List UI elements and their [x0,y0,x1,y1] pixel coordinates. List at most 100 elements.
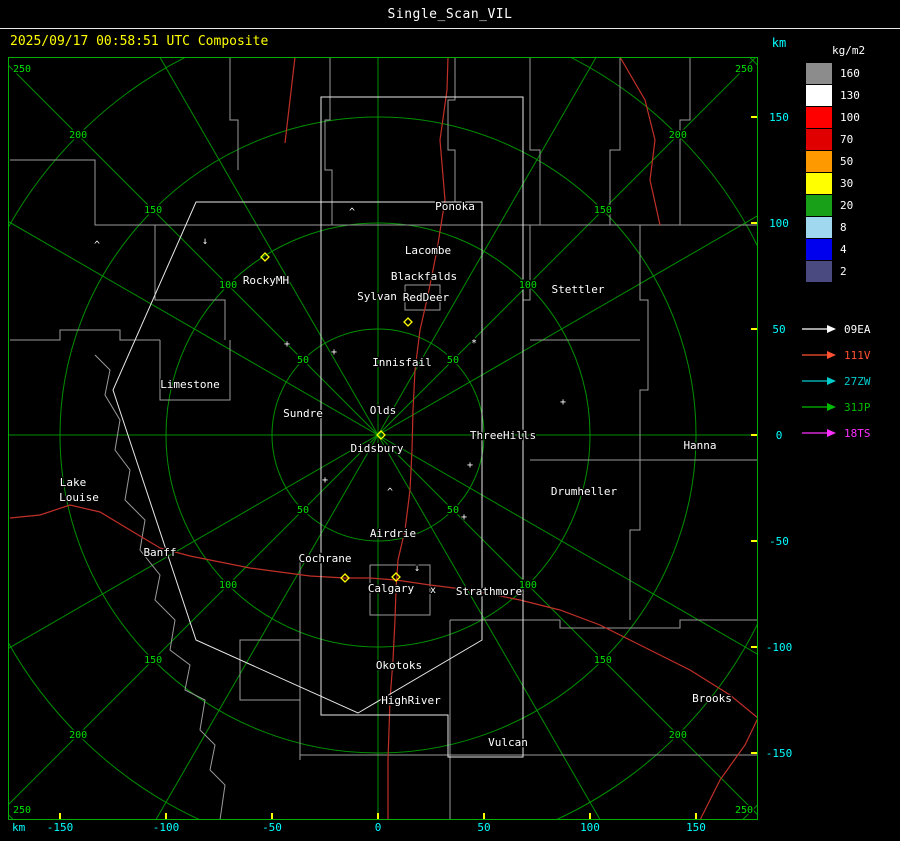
ring-distance-label: 50 [447,355,459,366]
city-label: Louise [59,491,99,504]
color-legend: kg/m2 160 130 100 70 50 30 20 8 4 2 09EA 111V 27ZW 3… [800,44,900,446]
legend-entry: 70 [800,128,900,150]
ring-distance-label: 100 [219,580,237,591]
ring-distance-label: 50 [297,355,309,366]
county-boundary [154,225,226,340]
ring-distance-label: 150 [594,205,612,216]
county-boundary [324,57,333,225]
highway-line [284,57,296,144]
city-label: Sylvan [357,290,397,303]
map-point-marker: ^ [94,240,100,251]
city-label: Ponoka [435,200,475,213]
x-axis-unit-label: km [12,821,26,834]
city-label: Hanna [683,439,716,452]
legend-color-swatch [806,106,832,128]
city-label: Stettler [552,283,605,296]
legend-value: 50 [840,154,854,168]
y-axis-unit-label: km [771,36,787,50]
radar-id-label: 111V [844,348,871,362]
map-point-marker: + [461,512,467,523]
legend-color-swatch [806,150,832,172]
legend-color-swatch [806,62,832,84]
y-axis-tick-label: 0 [775,429,783,442]
city-label: Innisfail [372,356,432,369]
legend-entry: 100 [800,106,900,128]
city-label: Olds [370,404,397,417]
radar-arrow-icon [802,325,836,333]
city-label: Banff [143,546,176,559]
legend-value: 8 [840,220,847,234]
legend-entry: 4 [800,238,900,260]
legend-value: 2 [840,264,847,278]
ring-distance-label: 100 [519,280,537,291]
map-point-marker: + [322,475,328,486]
map-point-marker: ↓ [414,563,420,574]
legend-value: 100 [840,110,860,124]
radar-id-label: 27ZW [844,374,871,388]
city-label: ThreeHills [470,429,536,442]
legend-color-swatch [806,194,832,216]
county-boundary [529,57,541,225]
legend-unit-label: kg/m2 [832,44,866,57]
radar-id-entry: 18TS [800,420,900,446]
radar-id-label: 31JP [844,400,871,414]
y-axis-tick-label: -100 [765,641,793,654]
map-point-marker: + [331,347,337,358]
county-boundary [239,639,300,701]
legend-entry: 50 [800,150,900,172]
radar-id-label: 09EA [844,322,871,336]
radar-id-entry: 111V [800,342,900,368]
ring-distance-label: 100 [219,280,237,291]
x-axis-tick-label: -50 [262,821,282,834]
map-point-marker: ↓ [202,236,208,247]
legend-color-swatch [806,172,832,194]
y-axis-tick-label: -50 [769,535,789,548]
city-label: Lacombe [405,244,451,257]
ring-distance-label: 250 [13,64,31,75]
scan-timestamp: 2025/09/17 00:58:51 UTC Composite [10,34,269,49]
radar-id-entry: 09EA [800,316,900,342]
ring-distance-label: 150 [144,205,162,216]
y-axis: 150 100 50 0 -50 -100 -150 [758,57,800,820]
ring-distance-label: 250 [735,64,753,75]
highway-line [619,57,661,226]
legend-value: 160 [840,66,860,80]
legend-entry: 130 [800,84,900,106]
map-point-marker: + [467,460,473,471]
city-label: Cochrane [299,552,352,565]
ring-distance-label: 50 [447,505,459,516]
ring-distance-label: 250 [735,805,753,816]
window-titlebar: Single_Scan_VIL [0,0,900,29]
radar-map[interactable]: 5050505010010010010015015015015020020020… [8,57,758,820]
y-axis-tick-label: 150 [769,111,789,124]
ring-distance-label: 200 [69,130,87,141]
legend-entry: 30 [800,172,900,194]
x-axis-tick-label: -100 [152,821,180,834]
x-axis-tick-label: 100 [580,821,600,834]
legend-color-swatch [806,260,832,282]
radar-arrow-icon [802,429,836,437]
ring-distance-label: 200 [669,730,687,741]
legend-color-swatch [806,238,832,260]
legend-entry: 20 [800,194,900,216]
x-axis-tick-label: -150 [46,821,74,834]
city-label: Limestone [160,378,220,391]
ring-distance-label: 250 [13,805,31,816]
radar-id-entry: 31JP [800,394,900,420]
x-axis: -150 -100 -50 0 50 100 150 [8,821,758,837]
city-label: Drumheller [551,485,618,498]
legend-value: 20 [840,198,854,212]
legend-scale: 160 130 100 70 50 30 20 8 4 2 [800,62,900,282]
legend-value: 70 [840,132,854,146]
map-point-marker: * [471,338,477,349]
x-axis-tick-label: 0 [374,821,382,834]
y-axis-tick-label: -150 [765,747,793,760]
ring-distance-label: 150 [594,655,612,666]
legend-color-swatch [806,84,832,106]
map-point-marker: ^ [349,207,355,218]
y-axis-tick-label: 100 [769,217,789,230]
city-label: Strathmore [456,585,522,598]
city-label: Brooks [692,692,732,705]
radar-id-entry: 27ZW [800,368,900,394]
ring-distance-label: 200 [69,730,87,741]
